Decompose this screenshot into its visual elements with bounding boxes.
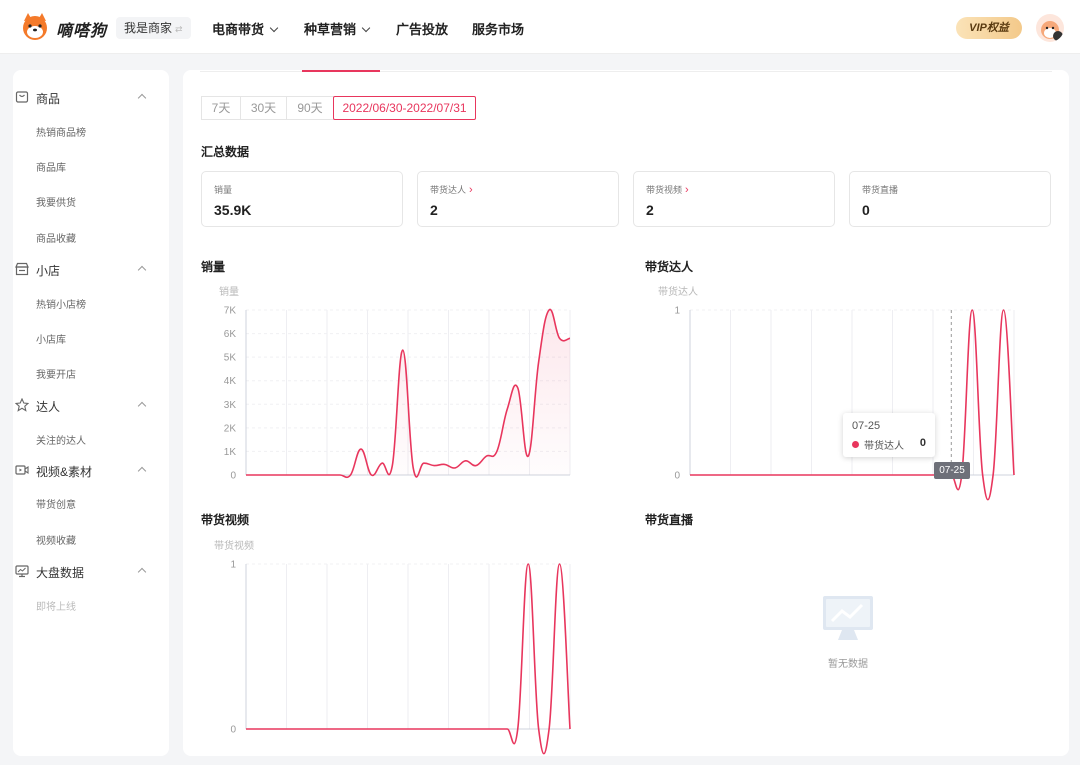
y-tick-label: 7K	[224, 306, 237, 317]
tooltip-date: 07-25	[852, 420, 881, 432]
tooltip-value: 0	[919, 437, 926, 449]
tooltip-series-dot	[852, 441, 859, 448]
y-tick-label: 5K	[224, 353, 237, 364]
chart-tooltip: 07-25 带货达人 0	[843, 413, 935, 457]
y-tick-label: 2K	[224, 423, 237, 434]
y-axis-label: 带货视频	[214, 539, 254, 552]
y-tick-label: 0	[674, 471, 680, 482]
y-tick-label: 0	[230, 471, 236, 482]
y-tick-label: 4K	[224, 376, 237, 387]
y-tick-label: 1	[230, 560, 236, 571]
y-tick-label: 3K	[224, 400, 237, 411]
charts-canvas: 0 1K 2K 3K 4K 5K 6K 7K 销量 0 1 带货达人 0 1 带货视频	[214, 285, 1015, 755]
crosshair-x-label: 07-25	[934, 462, 970, 479]
tooltip-series-name: 带货达人	[864, 441, 904, 452]
empty-data-text: 暂无数据	[828, 659, 868, 670]
y-axis-label: 销量	[219, 285, 239, 298]
y-tick-label: 0	[230, 725, 236, 736]
y-axis-label: 带货达人	[658, 285, 698, 298]
empty-data-icon	[823, 596, 873, 640]
y-tick-label: 1	[674, 306, 680, 317]
y-tick-label: 1K	[224, 447, 237, 458]
y-tick-label: 6K	[224, 329, 237, 340]
